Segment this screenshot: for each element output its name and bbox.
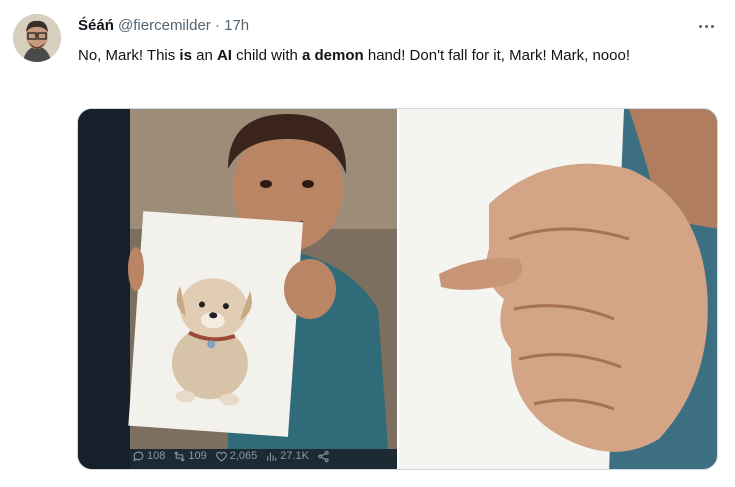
separator-dot: · [214,17,220,34]
tweet-header: Śéáń @fiercemilder · 17h [78,16,249,36]
author-handle[interactable]: @fiercemilder [118,17,211,34]
heart-icon [215,451,227,461]
tweet-text-segment: No, Mark! This [78,47,180,64]
tweet-text-segment: child with [231,47,302,64]
view-count: 27.1K [280,450,309,462]
tweet-media[interactable]: 108 109 2,065 27.1K [77,108,718,470]
retweet-stat[interactable]: 109 [173,450,207,463]
like-stat[interactable]: 2,065 [215,450,258,463]
reply-stat[interactable]: 108 [132,450,165,463]
share-icon [318,450,329,462]
child-with-drawing-image[interactable]: 108 109 2,065 27.1K [78,109,397,469]
hand-closeup-image[interactable] [399,109,717,469]
views-stat[interactable]: 27.1K [265,450,309,463]
tweet-timestamp[interactable]: 17h [224,17,249,34]
reply-count: 108 [147,450,166,462]
analytics-icon [267,452,277,461]
media-stats-overlay: 108 109 2,065 27.1K [78,443,397,469]
tweet-text-bold: is [179,47,192,64]
reply-icon [133,451,144,461]
tweet-text-segment: an [191,47,217,64]
author-avatar[interactable] [13,14,61,62]
more-options-icon[interactable] [692,12,720,40]
retweet-count: 109 [188,450,207,462]
retweet-icon [174,450,186,462]
tweet-text-bold: a demon [302,47,364,64]
tweet-text-segment: hand! Don't fall for it, Mark! Mark, noo… [363,47,630,64]
tweet-text: No, Mark! This is an AI child with a dem… [78,44,698,68]
author-display-name[interactable]: Śéáń [78,17,114,34]
tweet-text-bold: AI [216,47,232,64]
like-count: 2,065 [229,450,258,462]
share-stat[interactable] [317,450,330,463]
